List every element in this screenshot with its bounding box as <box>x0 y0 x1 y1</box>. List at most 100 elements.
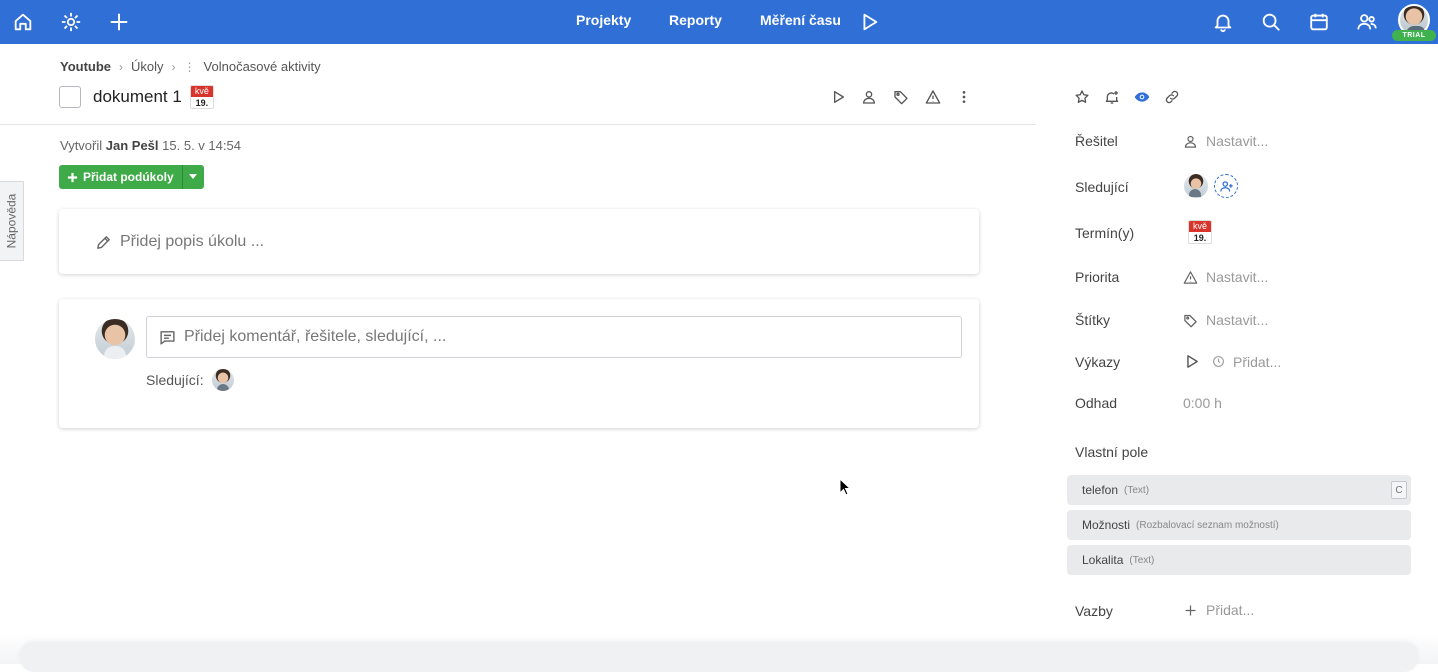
estimate-label: Odhad <box>1075 395 1118 411</box>
tags-label: Štítky <box>1075 312 1111 328</box>
created-by: Jan Pešl <box>105 138 159 153</box>
bell-plus-icon[interactable] <box>1103 88 1121 106</box>
created-info: Vytvořil Jan Pešl 15. 5. v 14:54 <box>60 138 241 153</box>
comment-icon <box>160 330 175 345</box>
more-icon[interactable] <box>953 86 975 108</box>
nav-mereni-casu[interactable]: Měření času <box>760 12 841 28</box>
due-month: kvě <box>190 86 213 97</box>
nav-reporty[interactable]: Reporty <box>669 12 722 28</box>
due-date-badge[interactable]: kvě 19. <box>189 85 214 109</box>
user-icon[interactable] <box>858 86 880 108</box>
assignee-value[interactable]: Nastavit... <box>1183 133 1268 149</box>
custom-field-name: Lokalita <box>1082 553 1124 567</box>
chevron-right-icon: › <box>171 59 176 74</box>
help-tab-label: Nápověda <box>4 193 19 249</box>
home-icon[interactable] <box>10 9 36 35</box>
chevron-right-icon: › <box>119 59 124 74</box>
clock-icon <box>1213 356 1224 367</box>
tag-icon[interactable] <box>890 86 912 108</box>
follower-avatar[interactable] <box>1184 174 1208 198</box>
add-subtasks-label: Přidat podúkoly <box>83 170 174 184</box>
relations-label: Vazby <box>1075 603 1113 619</box>
search-icon[interactable] <box>1258 9 1284 35</box>
settings-icon[interactable] <box>58 9 84 35</box>
due-day: 19. <box>195 98 209 108</box>
sidebar-due-day: 19. <box>1193 233 1207 243</box>
trial-badge: TRIAL <box>1392 30 1436 41</box>
comment-input[interactable]: Přidej komentář, řešitele, sledující, ..… <box>146 316 962 358</box>
add-subtasks-dropdown[interactable] <box>181 165 204 189</box>
play-icon[interactable] <box>827 86 849 108</box>
more-vertical-icon[interactable]: ⋮ <box>184 60 196 74</box>
warning-icon <box>1183 270 1198 284</box>
priority-value-text: Nastavit... <box>1206 269 1269 285</box>
priority-label: Priorita <box>1075 269 1120 285</box>
caret-down-icon <box>189 174 198 179</box>
reports-value: Přidat... <box>1183 353 1281 370</box>
created-prefix: Vytvořil <box>60 138 103 153</box>
comment-avatar <box>95 319 135 359</box>
custom-field-telefon[interactable]: telefon (Text) C <box>1067 475 1411 505</box>
plus-icon[interactable] <box>106 9 132 35</box>
created-at: 15. 5. v 14:54 <box>162 138 241 153</box>
description-placeholder-text: Přidej popis úkolu ... <box>120 233 265 250</box>
plus-icon <box>1185 605 1196 615</box>
plus-icon <box>67 172 78 182</box>
custom-field-type: (Text) <box>1124 484 1150 496</box>
custom-field-name: telefon <box>1082 483 1119 497</box>
add-subtasks-group: Přidat podúkoly <box>59 165 204 189</box>
breadcrumb-section[interactable]: Úkoly <box>131 59 164 74</box>
pencil-icon <box>97 235 110 249</box>
relations-value[interactable]: Přidat... <box>1183 602 1254 618</box>
relations-value-text: Přidat... <box>1206 602 1255 618</box>
tag-icon <box>1184 314 1197 327</box>
custom-fields-label: Vlastní pole <box>1075 444 1149 460</box>
calendar-icon[interactable] <box>1306 9 1332 35</box>
add-subtasks-button[interactable]: Přidat podúkoly <box>59 165 182 189</box>
description-placeholder[interactable]: Přidej popis úkolu ... <box>95 233 264 251</box>
bell-icon[interactable] <box>1210 9 1236 35</box>
users-icon[interactable] <box>1354 9 1380 35</box>
comment-placeholder: Přidej komentář, řešitele, sledující, ..… <box>184 328 447 345</box>
comment-followers: Sledující: <box>146 369 234 391</box>
task-title-row: dokument 1 kvě 19. <box>59 85 214 109</box>
custom-field-type: (Rozbalovací seznam možností) <box>1136 519 1279 531</box>
breadcrumb: Youtube › Úkoly › ⋮ Volnočasové aktivity <box>60 59 321 74</box>
assignee-label: Řešitel <box>1075 133 1118 149</box>
priority-value[interactable]: Nastavit... <box>1183 269 1268 285</box>
breadcrumb-project[interactable]: Youtube <box>60 59 111 74</box>
sidebar-due-badge[interactable]: kvě 19. <box>1188 220 1212 244</box>
custom-field-type: (Text) <box>1129 554 1155 566</box>
custom-field-key: C <box>1391 481 1407 499</box>
nav-projekty[interactable]: Projekty <box>576 12 631 28</box>
tags-value[interactable]: Nastavit... <box>1183 312 1268 328</box>
header-divider <box>0 124 1036 125</box>
help-tab[interactable]: Nápověda <box>0 181 24 261</box>
reports-value-text[interactable]: Přidat... <box>1233 354 1281 370</box>
warning-icon[interactable] <box>922 86 944 108</box>
assignee-value-text: Nastavit... <box>1206 133 1269 149</box>
mouse-cursor-icon <box>839 478 851 496</box>
custom-field-moznosti[interactable]: Možnosti (Rozbalovací seznam možností) <box>1067 510 1411 540</box>
link-icon[interactable] <box>1163 88 1181 106</box>
custom-field-lokalita[interactable]: Lokalita (Text) <box>1067 545 1411 575</box>
user-avatar[interactable]: TRIAL <box>1392 4 1436 41</box>
play-icon[interactable] <box>1183 353 1200 370</box>
bottom-panel <box>0 632 1438 672</box>
follower-avatar[interactable] <box>211 369 234 391</box>
breadcrumb-list[interactable]: Volnočasové aktivity <box>204 59 321 74</box>
custom-field-name: Možnosti <box>1082 518 1131 532</box>
play-icon[interactable] <box>856 9 882 35</box>
star-icon[interactable] <box>1073 88 1091 106</box>
followers-label: Sledující <box>1075 179 1129 195</box>
task-title[interactable]: dokument 1 <box>93 87 182 107</box>
tags-value-text: Nastavit... <box>1206 312 1269 328</box>
reports-label: Výkazy <box>1075 354 1121 370</box>
description-card: Přidej popis úkolu ... <box>59 209 979 274</box>
eye-icon[interactable] <box>1133 88 1151 106</box>
estimate-value[interactable]: 0:00 h <box>1183 395 1222 411</box>
sidebar-due-month: kvě <box>1189 221 1211 232</box>
task-complete-checkbox[interactable] <box>59 86 81 108</box>
due-label: Termín(y) <box>1075 225 1135 241</box>
add-follower-icon[interactable] <box>1214 174 1238 198</box>
